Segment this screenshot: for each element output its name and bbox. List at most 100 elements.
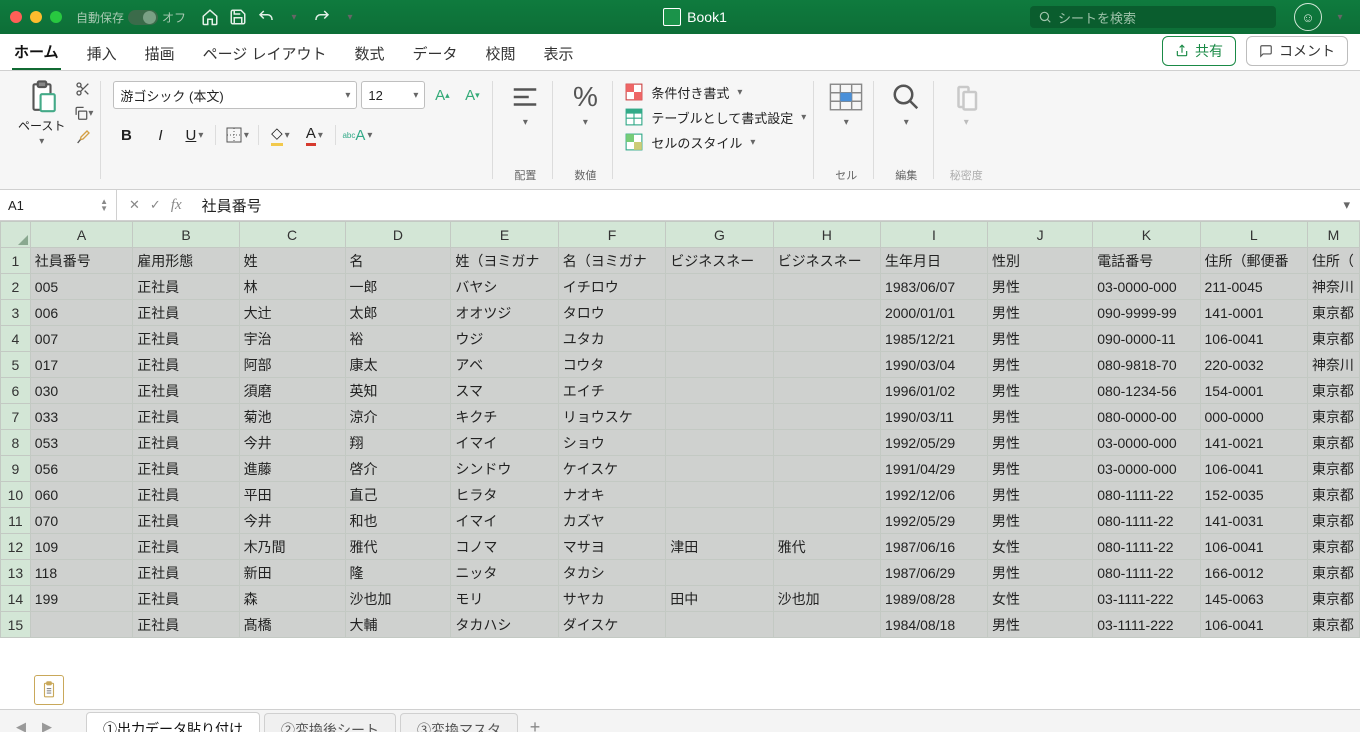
cell[interactable]: 雇用形態 <box>133 248 239 274</box>
cell[interactable]: 東京都 <box>1307 326 1359 352</box>
cell[interactable]: 一郎 <box>345 274 451 300</box>
row-header[interactable]: 2 <box>1 274 31 300</box>
cell[interactable]: 男性 <box>987 378 1092 404</box>
cell[interactable]: 正社員 <box>133 456 239 482</box>
cancel-formula-button[interactable]: ✕ <box>129 197 140 213</box>
col-header[interactable]: H <box>773 222 880 248</box>
paste-options-button[interactable] <box>34 675 64 705</box>
cell[interactable]: 080-1111-22 <box>1093 508 1200 534</box>
cell[interactable]: 080-1111-22 <box>1093 534 1200 560</box>
row-header[interactable]: 14 <box>1 586 31 612</box>
cell[interactable]: 005 <box>30 274 133 300</box>
cell[interactable]: 男性 <box>987 456 1092 482</box>
cell[interactable]: 145-0063 <box>1200 586 1307 612</box>
cell[interactable]: 隆 <box>345 560 451 586</box>
cell[interactable]: ダイスケ <box>558 612 665 638</box>
cell[interactable]: 053 <box>30 430 133 456</box>
cell[interactable]: 東京都 <box>1307 456 1359 482</box>
enter-formula-button[interactable]: ✓ <box>150 197 161 213</box>
cell[interactable]: シンドウ <box>451 456 558 482</box>
cell[interactable]: 姓 <box>239 248 345 274</box>
tab-insert[interactable]: 挿入 <box>85 37 119 70</box>
close-window-button[interactable] <box>10 11 22 23</box>
sheet-tab-3[interactable]: ③変換マスタ <box>400 713 518 732</box>
cell[interactable]: 津田 <box>666 534 773 560</box>
cell[interactable]: 1983/06/07 <box>881 274 988 300</box>
cell[interactable]: 直己 <box>345 482 451 508</box>
cell[interactable]: 正社員 <box>133 430 239 456</box>
cell[interactable]: 沙也加 <box>345 586 451 612</box>
cell[interactable]: モリ <box>451 586 558 612</box>
cell[interactable]: 03-1111-222 <box>1093 612 1200 638</box>
cell[interactable]: 女性 <box>987 586 1092 612</box>
cell[interactable]: 女性 <box>987 534 1092 560</box>
cell[interactable]: サヤカ <box>558 586 665 612</box>
cell[interactable]: 東京都 <box>1307 482 1359 508</box>
cell[interactable]: 木乃間 <box>239 534 345 560</box>
cell[interactable] <box>773 430 880 456</box>
tab-page-layout[interactable]: ページ レイアウト <box>201 37 329 70</box>
sheet-nav-next[interactable]: ▶ <box>36 716 58 732</box>
cell[interactable]: 大輔 <box>345 612 451 638</box>
cell[interactable]: 啓介 <box>345 456 451 482</box>
tab-draw[interactable]: 描画 <box>143 37 177 70</box>
cell[interactable]: 1992/05/29 <box>881 508 988 534</box>
cell[interactable] <box>666 274 773 300</box>
undo-icon[interactable] <box>256 7 276 27</box>
cell[interactable]: 106-0041 <box>1200 534 1307 560</box>
cell[interactable]: 東京都 <box>1307 612 1359 638</box>
undo-dropdown[interactable]: ▾ <box>284 7 304 27</box>
cell[interactable]: 006 <box>30 300 133 326</box>
cell[interactable]: アベ <box>451 352 558 378</box>
cell[interactable] <box>773 508 880 534</box>
row-header[interactable]: 13 <box>1 560 31 586</box>
cell[interactable]: イマイ <box>451 430 558 456</box>
cell[interactable]: 1990/03/11 <box>881 404 988 430</box>
account-dropdown[interactable]: ▾ <box>1330 7 1350 27</box>
save-icon[interactable] <box>228 7 248 27</box>
cell[interactable]: 男性 <box>987 274 1092 300</box>
cell[interactable]: 太郎 <box>345 300 451 326</box>
select-all-corner[interactable] <box>1 222 31 248</box>
redo-icon[interactable] <box>312 7 332 27</box>
cell[interactable]: イチロウ <box>558 274 665 300</box>
cell[interactable]: 男性 <box>987 508 1092 534</box>
cell[interactable]: 056 <box>30 456 133 482</box>
cell[interactable]: ナオキ <box>558 482 665 508</box>
cell[interactable]: 東京都 <box>1307 300 1359 326</box>
format-painter-button[interactable] <box>73 127 93 147</box>
cell[interactable]: 住所（ <box>1307 248 1359 274</box>
cell[interactable]: 正社員 <box>133 326 239 352</box>
cell[interactable] <box>666 508 773 534</box>
cell[interactable] <box>666 300 773 326</box>
cell[interactable]: 和也 <box>345 508 451 534</box>
tab-formulas[interactable]: 数式 <box>352 37 386 70</box>
cell[interactable]: 男性 <box>987 430 1092 456</box>
cell[interactable]: 正社員 <box>133 352 239 378</box>
formula-expand[interactable]: ▾ <box>1333 197 1360 213</box>
cell[interactable]: 正社員 <box>133 300 239 326</box>
number-format-button[interactable]: %▾ <box>565 77 605 130</box>
cell[interactable]: ニッタ <box>451 560 558 586</box>
cell[interactable]: 正社員 <box>133 378 239 404</box>
cells-button[interactable]: ▾ <box>826 77 866 130</box>
copy-button[interactable]: ▾ <box>73 103 93 123</box>
cell[interactable]: 1984/08/18 <box>881 612 988 638</box>
cell[interactable] <box>666 456 773 482</box>
cell[interactable]: ビジネスネー <box>773 248 880 274</box>
cell[interactable]: 性別 <box>987 248 1092 274</box>
cell[interactable] <box>666 482 773 508</box>
cell[interactable]: 須磨 <box>239 378 345 404</box>
cell[interactable] <box>773 404 880 430</box>
row-header[interactable]: 10 <box>1 482 31 508</box>
cell[interactable]: 正社員 <box>133 534 239 560</box>
cell[interactable]: 03-0000-000 <box>1093 456 1200 482</box>
cell[interactable]: オオツジ <box>451 300 558 326</box>
col-header[interactable]: E <box>451 222 558 248</box>
cell[interactable]: 男性 <box>987 560 1092 586</box>
increase-font-button[interactable]: A▴ <box>429 83 455 107</box>
sheet-search[interactable]: シートを検索 <box>1030 6 1276 28</box>
row-header[interactable]: 7 <box>1 404 31 430</box>
cell[interactable]: 090-0000-11 <box>1093 326 1200 352</box>
qat-customize[interactable]: ▾ <box>340 7 360 27</box>
